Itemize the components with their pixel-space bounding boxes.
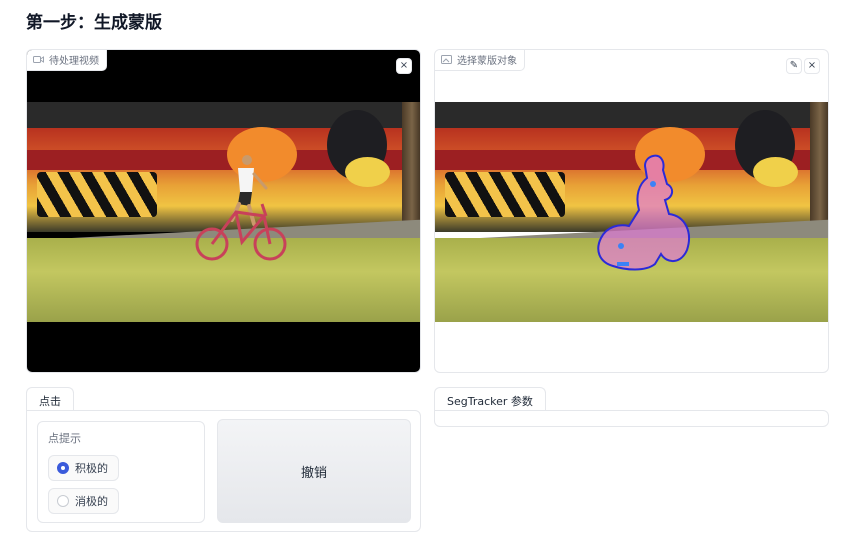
radio-negative-label: 消极的 <box>75 495 108 508</box>
mask-panel-header: 选择蒙版对象 <box>435 50 525 71</box>
mural-face-accent <box>753 157 798 187</box>
radio-checked-icon <box>57 462 69 474</box>
segmentation-mask <box>597 154 690 271</box>
mask-panel-label: 选择蒙版对象 <box>457 56 517 67</box>
video-panel: 待处理视频 × <box>26 49 421 373</box>
radio-positive-label: 积极的 <box>75 462 108 475</box>
close-icon: × <box>807 60 817 71</box>
mural-face-accent <box>345 157 390 187</box>
cyclist-figure <box>195 155 287 261</box>
radio-positive[interactable]: 积极的 <box>48 455 119 481</box>
radio-negative[interactable]: 消极的 <box>48 488 119 514</box>
mural-black-stripes <box>37 172 157 217</box>
undo-button[interactable]: 撤销 <box>217 419 411 523</box>
video-close-button[interactable]: × <box>396 58 412 74</box>
pencil-icon: ✎ <box>789 60 799 71</box>
page-title: 第一步：生成蒙版 <box>26 13 162 33</box>
video-panel-label: 待处理视频 <box>49 56 99 67</box>
image-icon <box>441 55 452 64</box>
click-tab-panel: 点提示 积极的 消极的 撤销 <box>26 410 421 532</box>
point-prompt-label: 点提示 <box>48 432 81 445</box>
mask-panel: 选择蒙版对象 ✎ × <box>434 49 829 373</box>
video-frame[interactable] <box>27 102 420 322</box>
mask-edit-button[interactable]: ✎ <box>786 58 802 74</box>
mask-frame[interactable] <box>435 102 828 322</box>
video-camera-icon <box>33 55 44 64</box>
mural-black-stripes <box>445 172 565 217</box>
mask-close-button[interactable]: × <box>804 58 820 74</box>
radio-unchecked-icon <box>57 495 69 507</box>
video-panel-header: 待处理视频 <box>27 50 107 71</box>
close-icon: × <box>399 60 409 71</box>
point-prompt-group: 点提示 积极的 消极的 <box>37 421 205 523</box>
segtracker-tab-panel <box>434 410 829 427</box>
